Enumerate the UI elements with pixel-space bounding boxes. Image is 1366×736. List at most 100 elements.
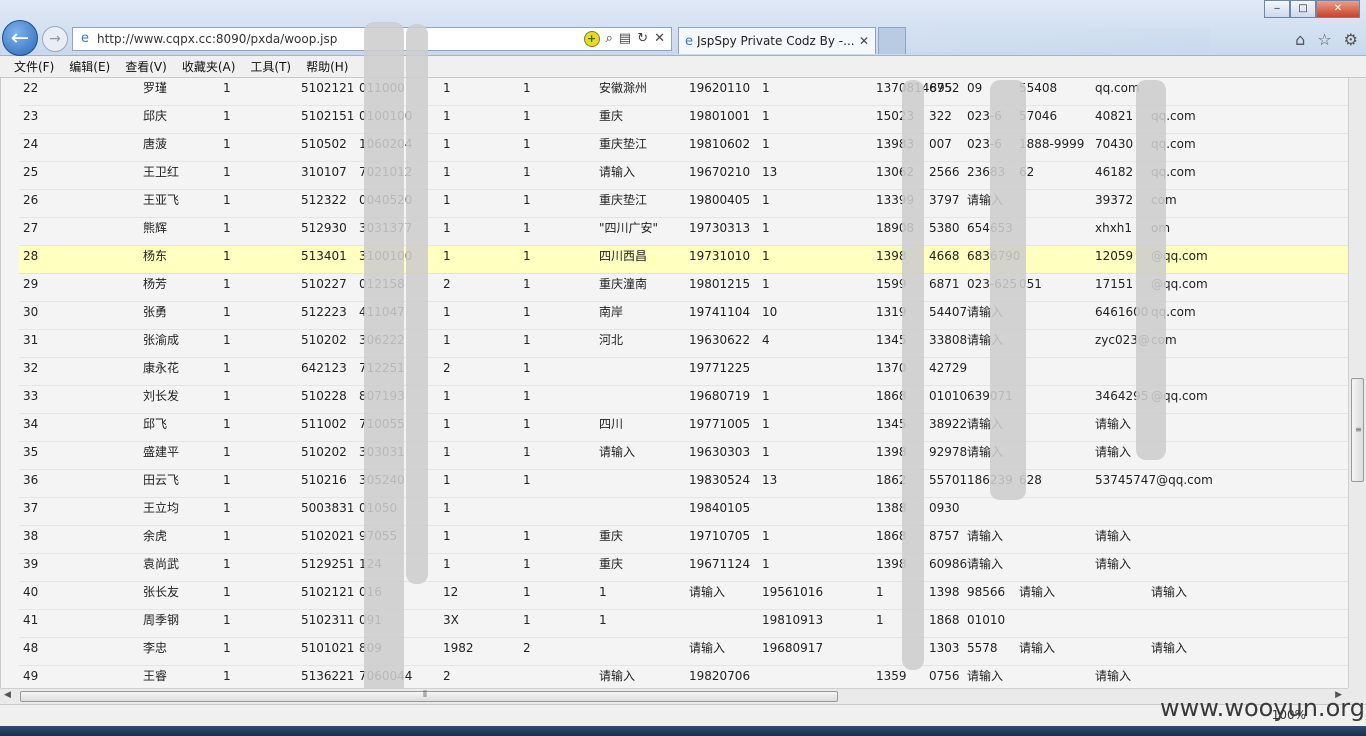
table-cell: 1 (523, 585, 531, 599)
table-cell: 24 (23, 137, 39, 151)
minimize-button[interactable]: ‒ (1264, 0, 1290, 18)
table-cell: 09 (967, 81, 983, 95)
table-cell: 48 (23, 641, 39, 655)
menu-item[interactable]: 收藏夹(A) (182, 58, 236, 75)
table-cell: 17151 (1095, 277, 1134, 291)
table-cell: 余虎 (143, 529, 168, 543)
watermark: www.wooyun.org (1160, 694, 1365, 722)
table-cell: 1 (223, 249, 231, 263)
table-cell: 19620110 (689, 81, 751, 95)
table-cell: 35 (23, 445, 39, 459)
home-icon[interactable]: ⌂ (1295, 30, 1305, 49)
table-cell: 1 (523, 249, 531, 263)
table-cell: 杨芳 (143, 277, 168, 291)
favorites-icon[interactable]: ☆ (1317, 30, 1331, 49)
table-cell: xhxh1 (1095, 221, 1133, 235)
table-cell: 盛建平 (143, 445, 180, 459)
table-cell: 8757 (929, 529, 960, 543)
table-cell: 1 (762, 109, 770, 123)
table-cell: 510202 (301, 333, 347, 347)
refresh-icon[interactable]: ↻ (637, 31, 648, 47)
menu-item[interactable]: 帮助(H) (306, 58, 348, 75)
horizontal-scroll-thumb[interactable]: ⦀ (20, 690, 838, 702)
tab-jspspy[interactable]: e JspSpy Private Codz By -... ✕ (678, 27, 876, 54)
table-cell: 642123 (301, 361, 347, 375)
table-cell: 1 (523, 529, 531, 543)
table-row[interactable]: 48李忠1510102180919822请输入1968091713035578请… (19, 638, 1348, 666)
table-cell: 唐菠 (143, 137, 168, 151)
table-cell: 33 (23, 389, 39, 403)
table-cell: 安徽滁州 (599, 81, 648, 95)
table-cell: 1 (443, 557, 451, 571)
table-cell: 李忠 (143, 641, 168, 655)
table-row[interactable]: 37王立均150038310105011984010513880930 (19, 498, 1348, 526)
table-cell: 1868 (929, 613, 960, 627)
compat-page-icon[interactable]: ▤ (619, 31, 631, 47)
url-text[interactable]: http://www.cqpx.cc:8090/pxda/woop.jsp (97, 32, 584, 46)
table-cell: 19800405 (689, 193, 751, 207)
gear-icon[interactable]: ⚙ (1344, 30, 1358, 49)
table-cell: 34 (23, 417, 39, 431)
horizontal-scrollbar[interactable]: ◀ ⦀ ▶ (0, 688, 1348, 704)
table-cell: 0930 (929, 501, 960, 515)
table-cell: 60986 (929, 557, 968, 571)
table-cell: 杨东 (143, 249, 168, 263)
table-cell: 1 (223, 389, 231, 403)
table-row[interactable]: 38余虎151020219705511重庆19710705118688757请输… (19, 526, 1348, 554)
table-cell: 1 (223, 221, 231, 235)
close-window-button[interactable]: ✕ (1316, 0, 1360, 18)
table-cell: 1 (443, 137, 451, 151)
table-cell: 22 (23, 81, 39, 95)
table-cell: 重庆 (599, 109, 624, 123)
table-cell: 1 (223, 669, 231, 683)
table-cell: 19630303 (689, 445, 751, 459)
table-row[interactable]: 49王睿1513622170600442请输入1982070613590756请… (19, 666, 1348, 688)
table-cell: 5102121 (301, 585, 355, 599)
table-cell: 39372 (1095, 193, 1134, 207)
menu-bar: 文件(F) 编辑(E) 查看(V) 收藏夹(A) 工具(T) 帮助(H) (0, 56, 1366, 78)
table-cell: 康永花 (143, 361, 180, 375)
table-cell: 1 (443, 193, 451, 207)
scroll-left-icon[interactable]: ◀ (4, 690, 11, 700)
compatibility-view-icon[interactable]: + (583, 31, 600, 47)
table-cell: 46182 (1095, 165, 1134, 179)
table-row[interactable]: 39袁尚武1512925112411重庆196711241139860986请输… (19, 554, 1348, 582)
table-cell: 510216 (301, 473, 347, 487)
table-cell: 1 (762, 137, 770, 151)
vertical-scrollbar[interactable]: ≡ (1348, 78, 1366, 688)
menu-item[interactable]: 工具(T) (250, 58, 291, 75)
table-cell: 19741104 (689, 305, 751, 319)
tab-close-icon[interactable]: ✕ (859, 34, 869, 48)
table-cell: 罗瑾 (143, 81, 168, 95)
table-cell: 田云飞 (143, 473, 180, 487)
redaction-mark (406, 24, 428, 584)
vertical-scroll-thumb[interactable]: ≡ (1351, 378, 1364, 482)
table-cell: 1 (223, 81, 231, 95)
table-cell: 1 (762, 529, 770, 543)
table-row[interactable]: 36田云飞15102163052401119830524131862557011… (19, 470, 1348, 498)
table-row[interactable]: 41周季钢151023110913X11198109131186801010 (19, 610, 1348, 638)
table-cell: 邱庆 (143, 109, 168, 123)
table-cell: 70430 (1095, 137, 1134, 151)
table-cell: 19710705 (689, 529, 751, 543)
table-cell: 重庆潼南 (599, 277, 648, 291)
search-icon[interactable]: ⌕ (606, 31, 613, 47)
stop-icon[interactable]: ✕ (654, 31, 665, 47)
menu-item[interactable]: 文件(F) (14, 58, 54, 75)
menu-item[interactable]: 查看(V) (125, 58, 167, 75)
table-cell: 1 (762, 193, 770, 207)
table-cell: 19810913 (762, 613, 824, 627)
maximize-button[interactable]: □ (1290, 0, 1316, 18)
table-cell: 2566 (929, 165, 960, 179)
table-cell: 1 (223, 165, 231, 179)
table-cell: 31 (23, 333, 39, 347)
forward-button[interactable]: → (42, 26, 68, 52)
menu-item[interactable]: 编辑(E) (69, 58, 110, 75)
table-row[interactable]: 40张长友151021210161211请输入19561016113989856… (19, 582, 1348, 610)
table-cell: 王亚飞 (143, 193, 180, 207)
table-cell: 袁尚武 (143, 557, 180, 571)
table-cell: 322 (929, 109, 952, 123)
table-cell: 19840105 (689, 501, 751, 515)
back-button[interactable]: ← (2, 20, 38, 56)
new-tab-button[interactable] (878, 27, 906, 54)
